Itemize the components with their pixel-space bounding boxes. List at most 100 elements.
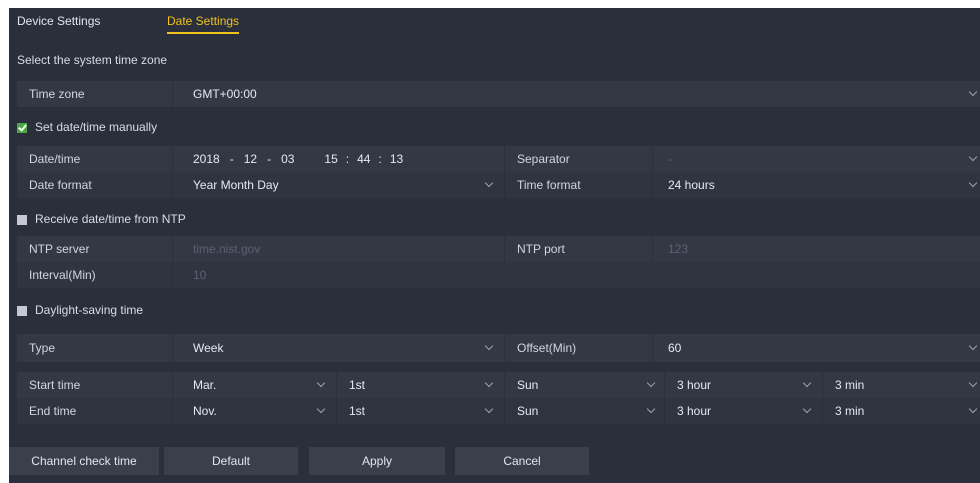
chevron-down-icon: [646, 378, 656, 388]
chevron-down-icon: [802, 378, 812, 388]
date-settings-panel: Device Settings Date Settings Select the…: [9, 8, 980, 483]
ntp-interval-row: Interval(Min) 10: [17, 262, 980, 288]
ntp-server-label: NTP server: [29, 242, 90, 256]
date-format-value: Year Month Day: [193, 178, 279, 192]
dst-start-month-select[interactable]: Mar.: [172, 372, 336, 398]
timezone-select[interactable]: GMT+00:00: [172, 81, 980, 107]
day-field[interactable]: 03: [281, 152, 294, 166]
dst-type-select[interactable]: Week: [172, 334, 504, 362]
dst-start-week-value: 1st: [349, 378, 366, 392]
datetime-input[interactable]: 2018 - 12 - 03 15 : 44 : 13: [172, 146, 504, 172]
dst-start-label: Start time: [29, 378, 81, 392]
dst-end-month-select[interactable]: Nov.: [172, 398, 336, 424]
dst-end-label: End time: [29, 404, 77, 418]
ntp-interval-label: Interval(Min): [29, 268, 96, 282]
cancel-button[interactable]: Cancel: [455, 447, 589, 475]
date-separator-1: -: [229, 152, 234, 166]
chevron-down-icon: [646, 404, 656, 414]
dst-start-hour-value: 3 hour: [677, 378, 712, 392]
dst-offset-label: Offset(Min): [504, 334, 652, 362]
ntp-interval-input[interactable]: 10: [172, 262, 504, 288]
separator-select[interactable]: -: [652, 146, 980, 172]
timezone-value: GMT+00:00: [193, 87, 257, 101]
timezone-row: Time zone GMT+00:00: [17, 81, 980, 107]
chevron-down-icon: [316, 404, 326, 414]
dst-start-day-value: Sun: [517, 378, 539, 392]
dst-start-day-select[interactable]: Sun: [504, 372, 664, 398]
dst-end-minute-value: 3 min: [835, 404, 865, 418]
year-field[interactable]: 2018: [193, 152, 220, 166]
tab-date-settings[interactable]: Date Settings: [167, 14, 240, 34]
timezone-label: Time zone: [29, 87, 85, 101]
date-format-label: Date format: [29, 178, 92, 192]
separator-label: Separator: [504, 146, 652, 172]
time-format-value: 24 hours: [668, 178, 715, 192]
dst-end-minute-select[interactable]: 3 min: [822, 398, 980, 424]
dst-end-week-value: 1st: [349, 404, 366, 418]
chevron-down-icon: [968, 87, 978, 97]
minute-field[interactable]: 44: [357, 152, 370, 166]
date-format-select[interactable]: Year Month Day: [172, 172, 504, 198]
dst-start-month-value: Mar.: [193, 378, 217, 392]
dst-start-row: Start time Mar. 1st Sun 3 hour 3 min: [17, 372, 980, 398]
active-tab-underline: [167, 32, 240, 34]
tab-bar: Device Settings Date Settings: [9, 8, 980, 38]
dst-end-hour-value: 3 hour: [677, 404, 712, 418]
ntp-port-input[interactable]: 123: [652, 236, 980, 262]
dst-end-day-select[interactable]: Sun: [504, 398, 664, 424]
chevron-down-icon: [484, 404, 494, 414]
default-button[interactable]: Default: [164, 447, 298, 475]
checkbox-unchecked-icon[interactable]: [17, 214, 27, 225]
dst-type-row: Type Week Offset(Min) 60: [17, 334, 980, 362]
dst-label: Daylight-saving time: [35, 303, 144, 317]
time-separator-2: :: [378, 152, 382, 166]
dst-start-minute-select[interactable]: 3 min: [822, 372, 980, 398]
chevron-down-icon: [968, 178, 978, 188]
chevron-down-icon: [484, 341, 494, 351]
dst-end-month-value: Nov.: [193, 404, 217, 418]
checkbox-checked-icon[interactable]: [17, 122, 27, 133]
second-field[interactable]: 13: [390, 152, 403, 166]
ntp-server-input[interactable]: time.nist.gov: [172, 236, 504, 262]
chevron-down-icon: [968, 341, 978, 351]
tab-device-settings[interactable]: Device Settings: [17, 14, 100, 28]
dst-offset-select[interactable]: 60: [652, 334, 980, 362]
dst-end-hour-select[interactable]: 3 hour: [664, 398, 822, 424]
manual-datetime-label: Set date/time manually: [35, 120, 158, 134]
chevron-down-icon: [802, 404, 812, 414]
dst-end-week-select[interactable]: 1st: [336, 398, 504, 424]
dst-offset-value: 60: [668, 341, 682, 355]
time-separator-1: :: [345, 152, 350, 166]
date-separator-2: -: [267, 152, 272, 166]
dst-end-day-value: Sun: [517, 404, 539, 418]
datetime-label: Date/time: [29, 152, 81, 166]
chevron-down-icon: [968, 404, 978, 414]
time-format-label: Time format: [504, 172, 652, 198]
checkbox-unchecked-icon[interactable]: [17, 305, 27, 316]
dst-type-label: Type: [29, 341, 56, 355]
hour-field[interactable]: 15: [324, 152, 337, 166]
dst-type-value: Week: [193, 341, 224, 355]
chevron-down-icon: [316, 378, 326, 388]
manual-datetime-checkbox-row[interactable]: Set date/time manually: [17, 120, 157, 134]
month-field[interactable]: 12: [244, 152, 257, 166]
ntp-server-row: NTP server time.nist.gov NTP port 123: [17, 236, 980, 262]
chevron-down-icon: [968, 152, 978, 162]
chevron-down-icon: [968, 378, 978, 388]
ntp-checkbox-row[interactable]: Receive date/time from NTP: [17, 212, 186, 226]
tab-date-settings-label: Date Settings: [167, 14, 240, 28]
ntp-port-label: NTP port: [504, 236, 652, 262]
chevron-down-icon: [484, 378, 494, 388]
datetime-row: Date/time 2018 - 12 - 03 15 : 44 : 13 Se…: [17, 146, 980, 172]
apply-button[interactable]: Apply: [309, 447, 445, 475]
timezone-section-title: Select the system time zone: [17, 53, 168, 67]
dst-start-hour-select[interactable]: 3 hour: [664, 372, 822, 398]
dst-end-row: End time Nov. 1st Sun 3 hour 3 min: [17, 398, 980, 424]
time-format-select[interactable]: 24 hours: [652, 172, 980, 198]
separator-value: -: [668, 152, 672, 166]
dst-start-week-select[interactable]: 1st: [336, 372, 504, 398]
channel-check-time-button[interactable]: Channel check time: [9, 447, 159, 475]
dst-checkbox-row[interactable]: Daylight-saving time: [17, 303, 143, 317]
chevron-down-icon: [484, 178, 494, 188]
format-row: Date format Year Month Day Time format 2…: [17, 172, 980, 198]
